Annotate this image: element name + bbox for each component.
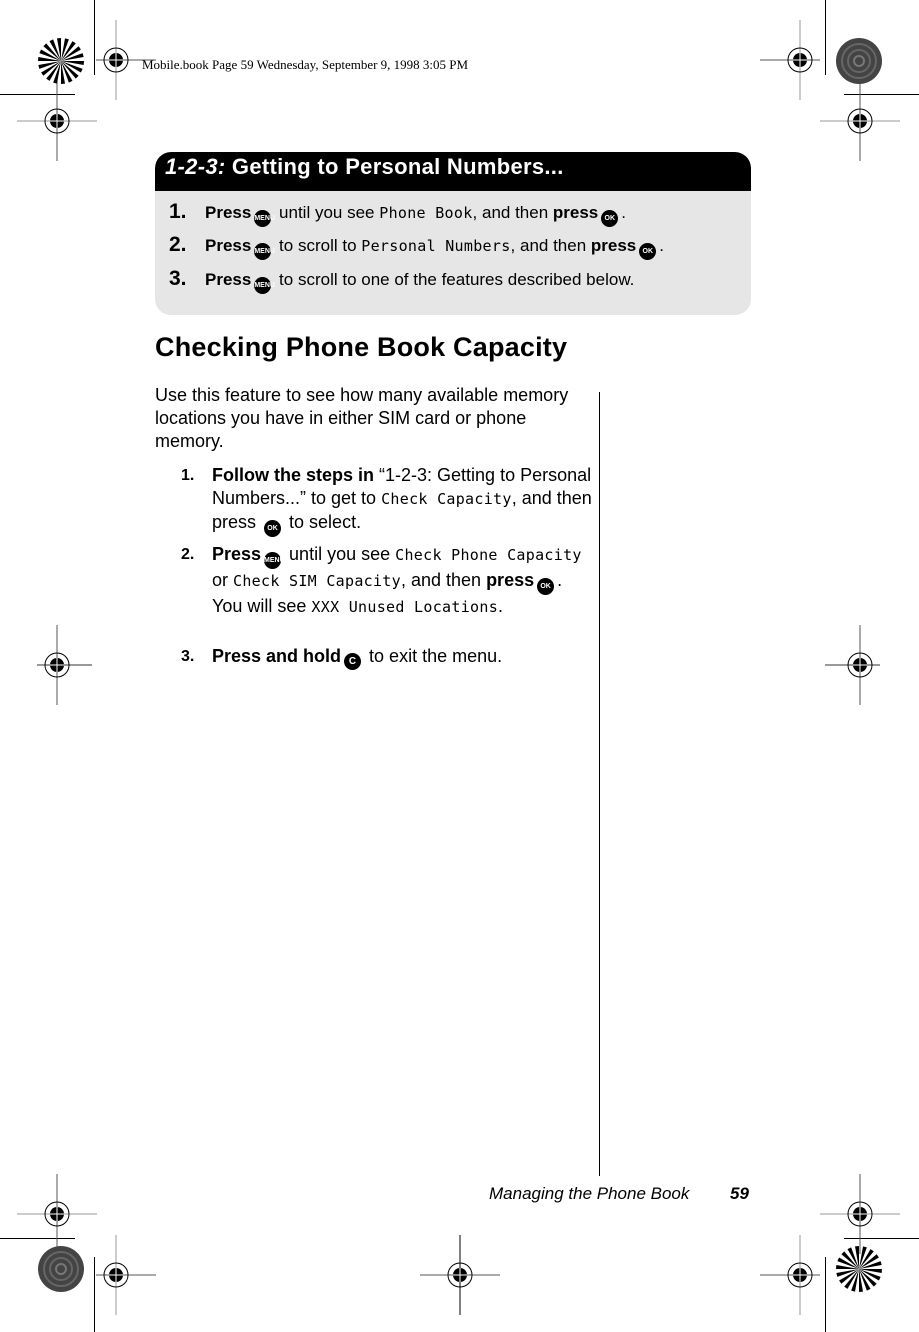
registration-mark-icon — [760, 1235, 820, 1315]
registration-mark-icon — [96, 1235, 156, 1315]
print-slug: Mobile.book Page 59 Wednesday, September… — [142, 57, 469, 72]
ok-key-icon: OK — [537, 578, 555, 595]
menu-key-icon: MENU — [254, 243, 275, 260]
registration-mark-icon — [17, 81, 97, 161]
ok-key-icon: OK — [639, 243, 657, 260]
menu-key-icon: MENU — [264, 552, 285, 569]
starburst-target-icon — [38, 38, 84, 84]
running-footer-title: Managing the Phone Book — [489, 1184, 690, 1203]
menu-key-icon: MENU — [254, 210, 275, 227]
column-rule — [599, 392, 600, 1176]
quick-step: 3. Press MENU to scroll to one of the feat… — [169, 267, 634, 294]
registration-mark-icon — [420, 1235, 500, 1315]
menu-key-icon: MENU — [254, 277, 275, 294]
list-item: 2. Press MENU until you see Check Phone C… — [181, 544, 582, 616]
list-item: 1. Follow the steps in “1-2-3: Getting t… — [181, 464, 596, 537]
quick-steps-title: 1-2-3: Getting to Personal Numbers... — [155, 152, 751, 191]
registration-mark-icon — [37, 625, 92, 705]
ok-key-icon: OK — [264, 520, 282, 537]
page-number: 59 — [730, 1184, 749, 1203]
quick-steps-box: 1-2-3: Getting to Personal Numbers... 1.… — [155, 152, 751, 315]
quick-step: 2. Press MENU to scroll to Personal Number… — [169, 233, 664, 260]
quick-step: 1. Press MENU until you see Phone Book, an… — [169, 200, 626, 227]
clear-key-icon: C — [344, 653, 362, 670]
registration-mark-icon — [825, 625, 880, 705]
starburst-target-icon — [836, 1246, 882, 1292]
gray-target-icon — [38, 1246, 84, 1292]
section-title: Checking Phone Book Capacity — [155, 332, 568, 362]
list-item: 3. Press and hold C to exit the menu. — [181, 645, 596, 670]
gray-target-icon — [836, 38, 882, 84]
registration-mark-icon — [820, 81, 900, 161]
ok-key-icon: OK — [601, 210, 619, 227]
intro-paragraph: Use this feature to see how many availab… — [155, 385, 569, 451]
